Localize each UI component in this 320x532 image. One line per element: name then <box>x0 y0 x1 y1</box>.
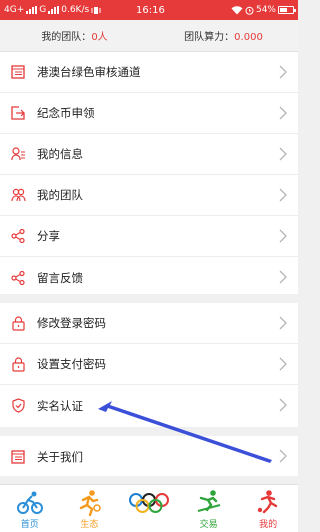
skier-icon <box>197 490 220 512</box>
chevron-right-icon <box>279 270 287 284</box>
share-icon <box>10 270 26 286</box>
clock: 16:16 <box>136 4 165 16</box>
runner-icon <box>80 490 102 516</box>
menu-item-hk-macao-taiwan-channel[interactable]: 港澳台绿色审核通道 <box>0 52 298 93</box>
menu-item-about-us[interactable]: 关于我们 <box>0 436 298 477</box>
chevron-right-icon <box>279 188 287 202</box>
menu-group-about: 关于我们 <box>0 436 298 476</box>
soccer-player-icon <box>257 490 278 514</box>
menu-item-my-team[interactable]: 我的团队 <box>0 175 298 216</box>
chevron-right-icon <box>279 449 287 463</box>
chevron-right-icon <box>279 147 287 161</box>
nav-tab-label: 首页 <box>20 520 39 530</box>
olympic-rings-icon <box>128 493 169 513</box>
team-power-value: 0.000 <box>234 32 263 43</box>
menu-item-label: 留言反馈 <box>37 270 83 285</box>
my-team-stat: 我的团队：0人 <box>0 28 149 43</box>
menu-item-feedback[interactable]: 留言反馈 <box>0 257 298 298</box>
shield-icon <box>10 398 26 414</box>
menu-item-label: 港澳台绿色审核通道 <box>37 65 141 79</box>
menu-item-real-name-verification[interactable]: 实名认证 <box>0 385 298 426</box>
lock-icon <box>10 315 26 331</box>
battery-percent: 54% <box>255 5 276 15</box>
status-bar: 4G+ G 0.6K/s 16:16 54% <box>0 0 298 20</box>
lock-icon <box>10 356 26 372</box>
user-info-icon <box>10 146 26 162</box>
nav-tab-trade[interactable]: 交易 <box>179 485 239 532</box>
wifi-icon <box>231 5 243 14</box>
menu-item-label: 分享 <box>37 229 60 243</box>
chevron-right-icon <box>279 65 287 79</box>
alarm-icon <box>245 6 254 15</box>
menu-item-label: 修改登录密码 <box>37 316 106 330</box>
menu-item-label: 我的团队 <box>37 188 83 202</box>
cyclist-icon <box>16 491 43 514</box>
document-icon <box>10 64 26 80</box>
team-icon <box>10 187 26 203</box>
menu-item-label: 实名认证 <box>37 398 83 413</box>
nav-tab-label: 我的 <box>259 520 278 530</box>
battery-icon <box>278 6 296 14</box>
network-type-label: 4G+ <box>4 5 25 15</box>
nav-tab-ecology[interactable]: 生态 <box>60 485 120 532</box>
chevron-right-icon <box>279 316 287 330</box>
bottom-navigation: 首页 生态 交易 我的 <box>0 484 298 532</box>
menu-item-my-info[interactable]: 我的信息 <box>0 134 298 175</box>
menu-group-security: 修改登录密码 设置支付密码 实名认证 <box>0 303 298 427</box>
menu-item-label: 我的信息 <box>37 147 83 161</box>
vibrate-icon <box>91 6 101 14</box>
menu-item-share[interactable]: 分享 <box>0 216 298 257</box>
team-summary-bar: 我的团队：0人 团队算力：0.000 <box>0 20 298 52</box>
nav-tab-olympic[interactable] <box>119 485 179 532</box>
menu-item-label: 设置支付密码 <box>37 357 106 371</box>
nav-tab-mine[interactable]: 我的 <box>238 485 298 532</box>
chevron-right-icon <box>279 229 287 243</box>
team-power-label: 团队算力： <box>184 32 235 43</box>
network-type-label-2: G <box>39 5 47 15</box>
menu-item-change-login-password[interactable]: 修改登录密码 <box>0 303 298 344</box>
chevron-right-icon <box>279 398 287 412</box>
my-team-count: 0人 <box>91 32 108 43</box>
menu-item-commemorative-coin[interactable]: 纪念币申领 <box>0 93 298 134</box>
nav-tab-label: 生态 <box>80 520 99 530</box>
signal-icon-2 <box>48 6 60 14</box>
export-icon <box>10 105 26 121</box>
team-power-stat: 团队算力：0.000 <box>149 28 298 43</box>
my-team-label: 我的团队： <box>41 32 92 43</box>
document-icon <box>10 449 26 465</box>
network-speed: 0.6K/s <box>61 5 90 15</box>
chevron-right-icon <box>279 106 287 120</box>
nav-tab-label: 交易 <box>199 520 218 530</box>
chevron-right-icon <box>279 357 287 371</box>
menu-item-label: 关于我们 <box>37 449 83 464</box>
nav-tab-home[interactable]: 首页 <box>0 485 60 532</box>
menu-item-label: 纪念币申领 <box>37 106 95 120</box>
signal-icon <box>26 6 38 14</box>
menu-item-set-payment-password[interactable]: 设置支付密码 <box>0 344 298 385</box>
share-icon <box>10 228 26 244</box>
menu-group-main: 港澳台绿色审核通道 纪念币申领 我的信息 我的团队 分享 留言反馈 <box>0 52 298 294</box>
